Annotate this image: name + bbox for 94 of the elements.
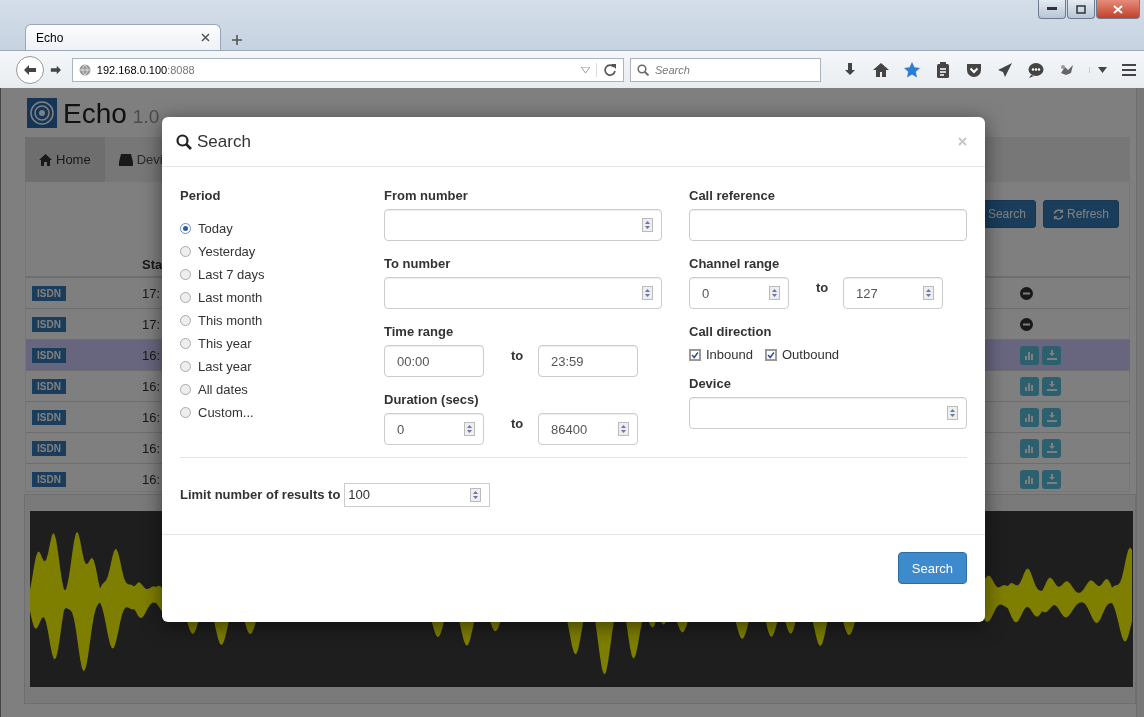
bar-chart-icon xyxy=(1024,443,1035,453)
field-label: Device xyxy=(689,375,732,393)
input-field[interactable]: 0 xyxy=(689,277,789,309)
radio-button[interactable] xyxy=(180,292,191,303)
input-field[interactable] xyxy=(689,209,967,241)
download-icon xyxy=(1046,381,1057,391)
refresh-icon xyxy=(1052,208,1064,220)
download-icon xyxy=(1046,412,1057,422)
radio-button[interactable] xyxy=(180,384,191,395)
field-label: Period xyxy=(180,187,222,205)
type-badge: ISDN xyxy=(32,317,66,332)
close-icon xyxy=(1113,4,1123,14)
download-icon xyxy=(1046,443,1057,453)
field-label: Time range xyxy=(384,323,455,341)
send-icon[interactable] xyxy=(996,60,1014,79)
dropdown-icon[interactable] xyxy=(1089,66,1107,73)
radio-button[interactable] xyxy=(180,361,191,372)
spinner-icon[interactable] xyxy=(464,422,475,436)
close-icon[interactable] xyxy=(201,33,210,42)
logo-icon xyxy=(27,98,57,128)
search-button[interactable]: Search xyxy=(897,552,967,584)
range-separator: to xyxy=(511,347,525,363)
input-field[interactable]: 100 xyxy=(344,482,491,507)
checkbox[interactable] xyxy=(689,348,701,361)
radio-button[interactable] xyxy=(180,315,191,326)
spinner-icon[interactable] xyxy=(947,406,958,420)
bar-chart-icon xyxy=(1024,412,1035,422)
type-badge: ISDN xyxy=(32,410,66,425)
reload-icon[interactable] xyxy=(595,62,617,77)
input-field[interactable] xyxy=(384,209,662,241)
clipboard-icon[interactable] xyxy=(934,60,952,79)
address-field[interactable]: 192.168.0.100:8088 xyxy=(71,57,624,82)
type-badge: ISDN xyxy=(32,348,66,363)
field-label: Channel range xyxy=(689,255,781,273)
input-field[interactable]: 23:59 xyxy=(538,345,638,377)
radio-button[interactable] xyxy=(180,246,191,257)
checkbox-label[interactable]: Inbound xyxy=(706,347,753,362)
type-badge: ISDN xyxy=(32,379,66,394)
download-icon xyxy=(1046,350,1057,360)
dialog-title: Search xyxy=(197,131,251,152)
bar-chart-icon xyxy=(1024,381,1035,391)
spinner-icon[interactable] xyxy=(470,487,482,502)
bar-chart-icon xyxy=(1024,350,1035,360)
bar-chart-icon xyxy=(1024,474,1035,484)
maximize-icon xyxy=(1076,4,1086,14)
field-label: Call direction xyxy=(689,323,773,341)
spinner-icon[interactable] xyxy=(769,286,780,300)
spinner-icon[interactable] xyxy=(618,422,629,436)
spinner-icon[interactable] xyxy=(642,218,653,232)
scrollbar[interactable] xyxy=(1136,88,1144,717)
type-badge: ISDN xyxy=(32,472,66,487)
field-label: From number xyxy=(384,187,469,205)
type-badge: ISDN xyxy=(32,441,66,456)
spinner-icon[interactable] xyxy=(642,286,653,300)
checkbox[interactable] xyxy=(765,348,777,361)
app-title: Echo xyxy=(63,98,127,130)
minus-circle-icon xyxy=(1020,286,1033,300)
radio-button[interactable] xyxy=(180,223,191,234)
field-label: To number xyxy=(384,255,452,273)
download-icon xyxy=(1046,474,1057,484)
maximize-button[interactable] xyxy=(1067,0,1095,19)
type-badge: ISDN xyxy=(32,286,66,301)
input-field[interactable] xyxy=(384,277,662,309)
checkbox-label[interactable]: Outbound xyxy=(782,347,840,362)
back-button[interactable] xyxy=(16,55,44,84)
home-icon xyxy=(39,153,52,166)
spinner-icon[interactable] xyxy=(923,286,934,300)
field-label: Call reference xyxy=(689,187,776,205)
input-field[interactable]: 127 xyxy=(843,277,943,309)
star-icon[interactable] xyxy=(903,60,921,79)
minimize-icon xyxy=(1047,7,1057,11)
nav-tab[interactable]: Home xyxy=(25,137,105,182)
search-icon xyxy=(636,63,649,76)
drive-icon xyxy=(118,153,133,166)
range-separator: to xyxy=(816,279,830,295)
back-icon xyxy=(23,63,37,76)
chat-icon[interactable] xyxy=(1027,60,1045,79)
close-window-button[interactable] xyxy=(1096,0,1140,19)
browser-tab[interactable]: Echo xyxy=(25,24,221,50)
range-separator: to xyxy=(511,415,525,431)
minus-circle-icon xyxy=(1020,317,1033,331)
input-field[interactable]: 0 xyxy=(384,413,484,445)
field-label: Duration (secs) xyxy=(384,391,480,409)
input-field[interactable]: 86400 xyxy=(538,413,638,445)
globe-icon xyxy=(78,63,91,76)
minimize-button[interactable] xyxy=(1038,0,1066,19)
search-icon xyxy=(176,133,192,150)
input-field[interactable] xyxy=(689,397,967,429)
home-icon[interactable] xyxy=(872,60,890,79)
radio-button[interactable] xyxy=(180,407,191,418)
radio-button[interactable] xyxy=(180,269,191,280)
radio-button[interactable] xyxy=(180,338,191,349)
input-field[interactable]: 00:00 xyxy=(384,345,484,377)
search-field[interactable]: Search xyxy=(629,57,821,82)
